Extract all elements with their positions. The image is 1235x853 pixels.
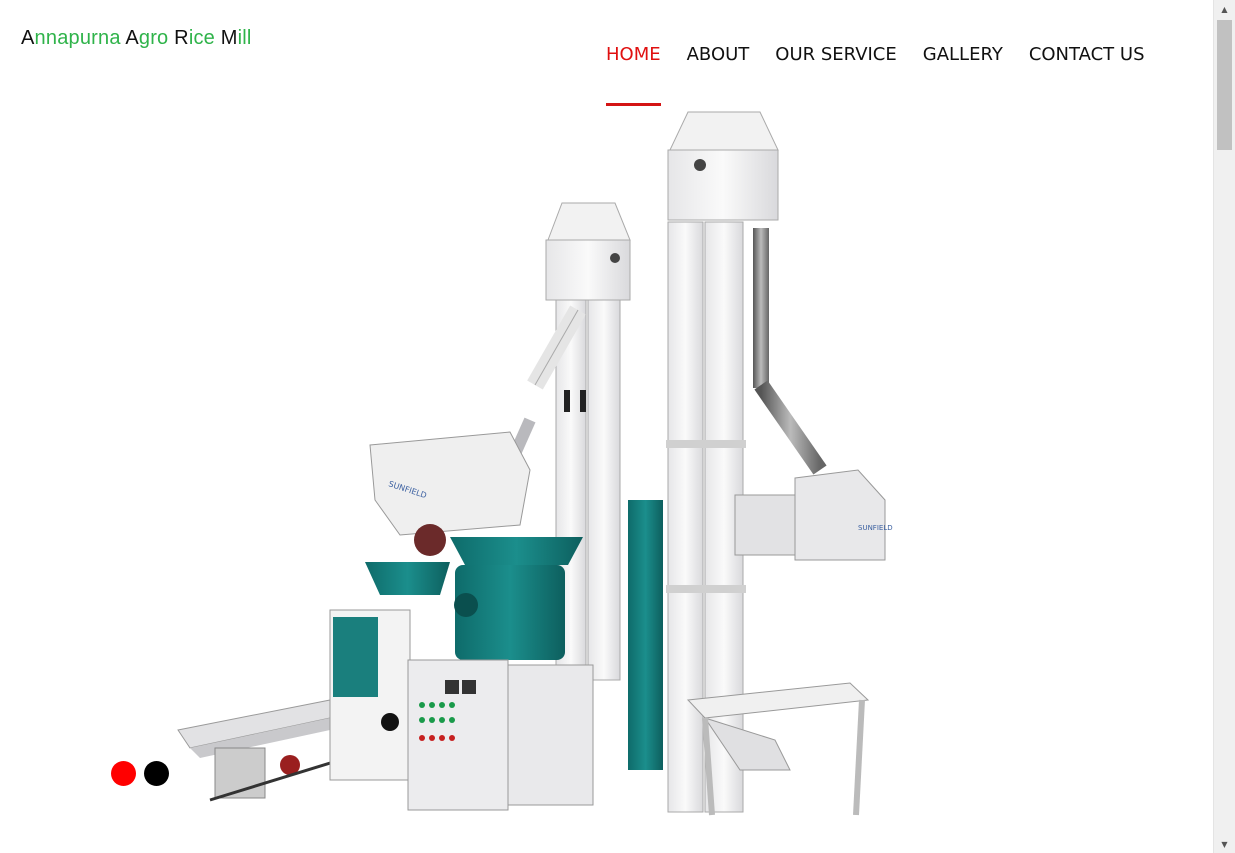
scroll-down-arrow-icon[interactable]: ▼ [1214,835,1235,853]
slider-dot-2[interactable] [144,761,169,786]
nav-our-service[interactable]: OUR SERVICE [775,44,896,106]
logo-word: Agro [125,27,169,49]
scrollbar-thumb[interactable] [1217,20,1232,150]
machine-brand-plate: SUNFIELD [858,524,893,532]
vertical-scrollbar[interactable]: ▲ ▼ [1213,0,1235,853]
hero-slider: SUNFIELD SUNFIELD [0,108,1214,820]
nav-gallery[interactable]: GALLERY [923,44,1003,106]
logo-word: Annapurna [21,27,121,49]
scroll-up-arrow-icon[interactable]: ▲ [1214,0,1235,18]
logo-word: Mill [220,27,252,49]
logo-word: Rice [174,27,215,49]
nav-about[interactable]: ABOUT [687,44,750,106]
site-logo[interactable]: Annapurna Agro Rice Mill [21,27,252,50]
slider-dots [111,761,169,786]
slider-dot-1[interactable] [111,761,136,786]
nav-home[interactable]: HOME [606,44,661,106]
main-nav: HOME ABOUT OUR SERVICE GALLERY CONTACT U… [606,44,1145,106]
nav-contact-us[interactable]: CONTACT US [1029,44,1145,106]
rice-mill-machine-image: SUNFIELD SUNFIELD [177,111,893,816]
